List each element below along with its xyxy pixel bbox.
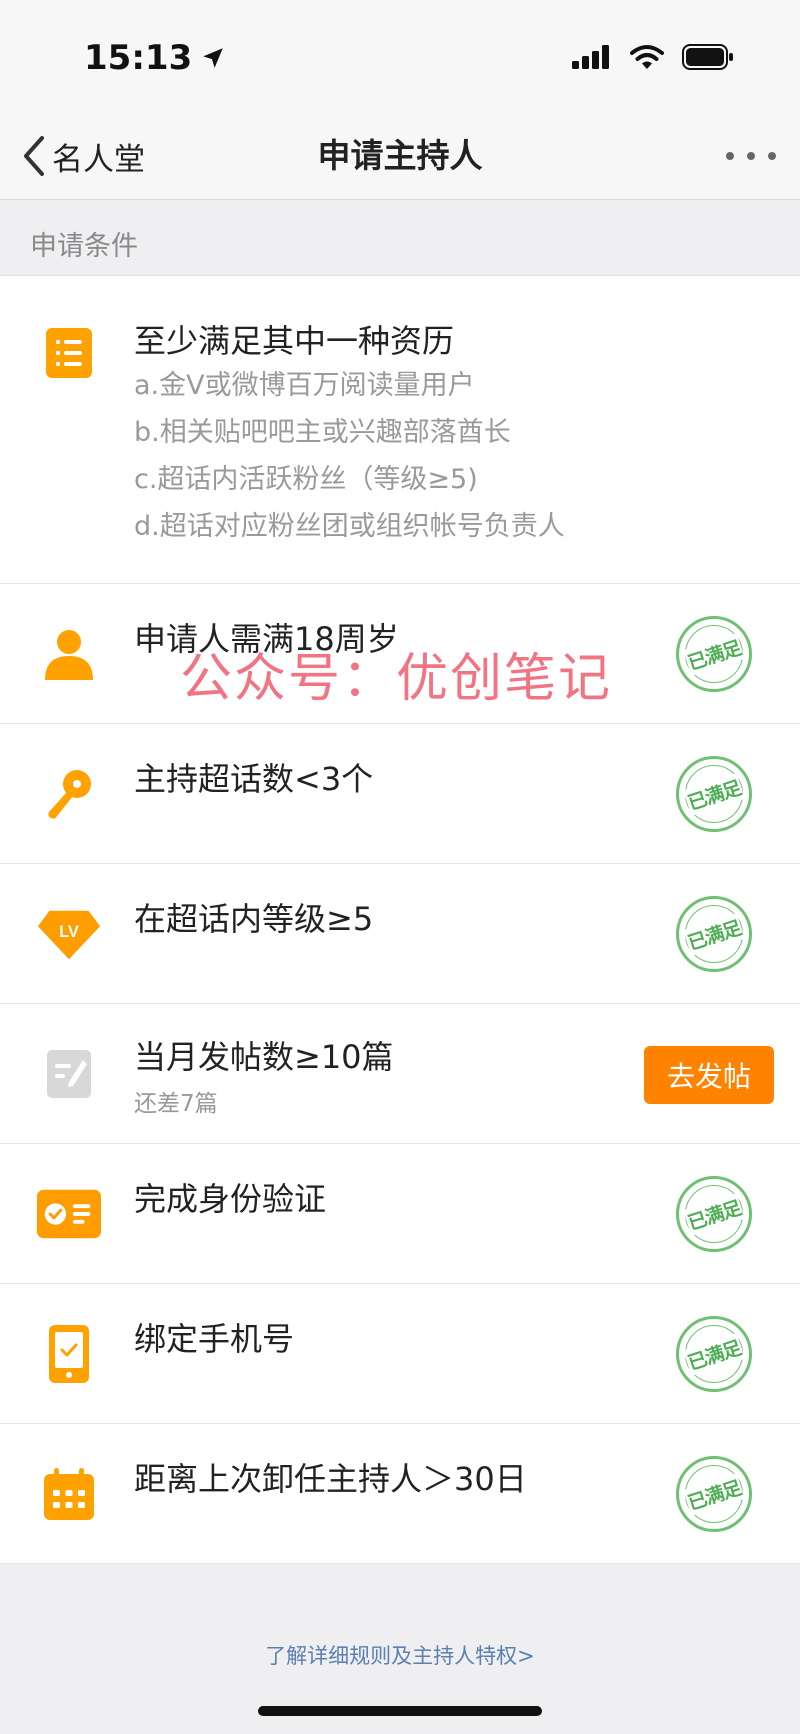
satisfied-stamp: 已满足 [676, 1456, 752, 1532]
calendar-icon [36, 1461, 102, 1527]
condition-row-phone: 绑定手机号 已满足 [0, 1284, 800, 1424]
section-header-label: 申请条件 [30, 231, 138, 262]
more-dot-icon [726, 152, 734, 160]
level-badge-icon: LV [36, 901, 102, 967]
satisfied-stamp: 已满足 [676, 1316, 752, 1392]
conditions-list: 至少满足其中一种资历 a.金V或微博百万阅读量用户 b.相关贴吧吧主或兴趣部落酋… [0, 276, 800, 1564]
satisfied-stamp: 已满足 [676, 896, 752, 972]
page-title: 申请主持人 [317, 136, 483, 175]
cellular-signal-icon [572, 45, 609, 69]
condition-row-host-count: 主持超话数<3个 已满足 [0, 724, 800, 864]
condition-row-last-resign: 距离上次卸任主持人＞30日 已满足 [0, 1424, 800, 1564]
stamp-label: 已满足 [683, 1192, 745, 1236]
condition-title: 完成身份验证 [134, 1180, 327, 1218]
requirement-item: a.金V或微博百万阅读量用户 [134, 370, 475, 401]
requirements-items: a.金V或微博百万阅读量用户 b.相关贴吧吧主或兴趣部落酋长 c.超话内活跃粉丝… [134, 362, 565, 550]
stamp-label: 已满足 [683, 772, 745, 816]
requirement-item: d.超话对应粉丝团或组织帐号负责人 [134, 511, 565, 542]
requirement-item: c.超话内活跃粉丝（等级≥5) [134, 464, 478, 495]
nav-bar: 名人堂 申请主持人 [0, 112, 800, 200]
page: 15:13 名人堂 申请主持人 申请条件 至少满足其中一种资历 a.金V或微博百… [0, 0, 800, 1734]
condition-row-posts: 当月发帖数≥10篇 还差7篇 去发帖 [0, 1004, 800, 1144]
condition-title: 在超话内等级≥5 [134, 900, 374, 938]
condition-title: 当月发帖数≥10篇 [134, 1038, 394, 1076]
condition-title: 主持超话数<3个 [134, 760, 374, 798]
status-bar: 15:13 [0, 0, 800, 112]
condition-row-level: LV 在超话内等级≥5 已满足 [0, 864, 800, 1004]
more-dot-icon [747, 152, 755, 160]
status-time-label: 15:13 [84, 38, 193, 78]
satisfied-stamp: 已满足 [676, 1176, 752, 1252]
phone-icon [36, 1321, 102, 1387]
satisfied-stamp: 已满足 [676, 756, 752, 832]
condition-title: 距离上次卸任主持人＞30日 [134, 1460, 527, 1498]
wifi-icon [630, 45, 664, 69]
stamp-label: 已满足 [683, 1472, 745, 1516]
location-arrow-icon [203, 48, 223, 68]
requirement-item: b.相关贴吧吧主或兴趣部落酋长 [134, 417, 511, 448]
condition-row-identity: 完成身份验证 已满足 [0, 1144, 800, 1284]
stamp-label: 已满足 [683, 1332, 745, 1376]
home-indicator [258, 1706, 542, 1716]
status-time: 15:13 [84, 38, 226, 78]
go-post-button[interactable]: 去发帖 [644, 1046, 774, 1104]
stamp-label: 已满足 [683, 632, 745, 676]
person-icon [36, 621, 102, 687]
watermark-text: 公众号：优创笔记 [180, 649, 613, 709]
level-badge-text: LV [59, 923, 79, 941]
more-dot-icon [768, 152, 776, 160]
microphone-icon [36, 761, 102, 827]
status-icons [572, 44, 734, 70]
satisfied-stamp: 已满足 [676, 616, 752, 692]
rules-link[interactable]: 了解详细规则及主持人特权> [0, 1640, 800, 1670]
requirements-title: 至少满足其中一种资历 [134, 322, 455, 360]
requirements-row: 至少满足其中一种资历 a.金V或微博百万阅读量用户 b.相关贴吧吧主或兴趣部落酋… [0, 276, 800, 584]
condition-subtitle: 还差7篇 [134, 1091, 218, 1117]
stamp-label: 已满足 [683, 912, 745, 956]
battery-icon [682, 44, 733, 70]
checklist-icon [36, 320, 102, 386]
section-header: 申请条件 [0, 200, 800, 276]
condition-title: 绑定手机号 [134, 1320, 295, 1358]
more-button[interactable] [726, 138, 776, 174]
edit-post-icon [36, 1041, 102, 1107]
id-card-icon [36, 1181, 102, 1247]
